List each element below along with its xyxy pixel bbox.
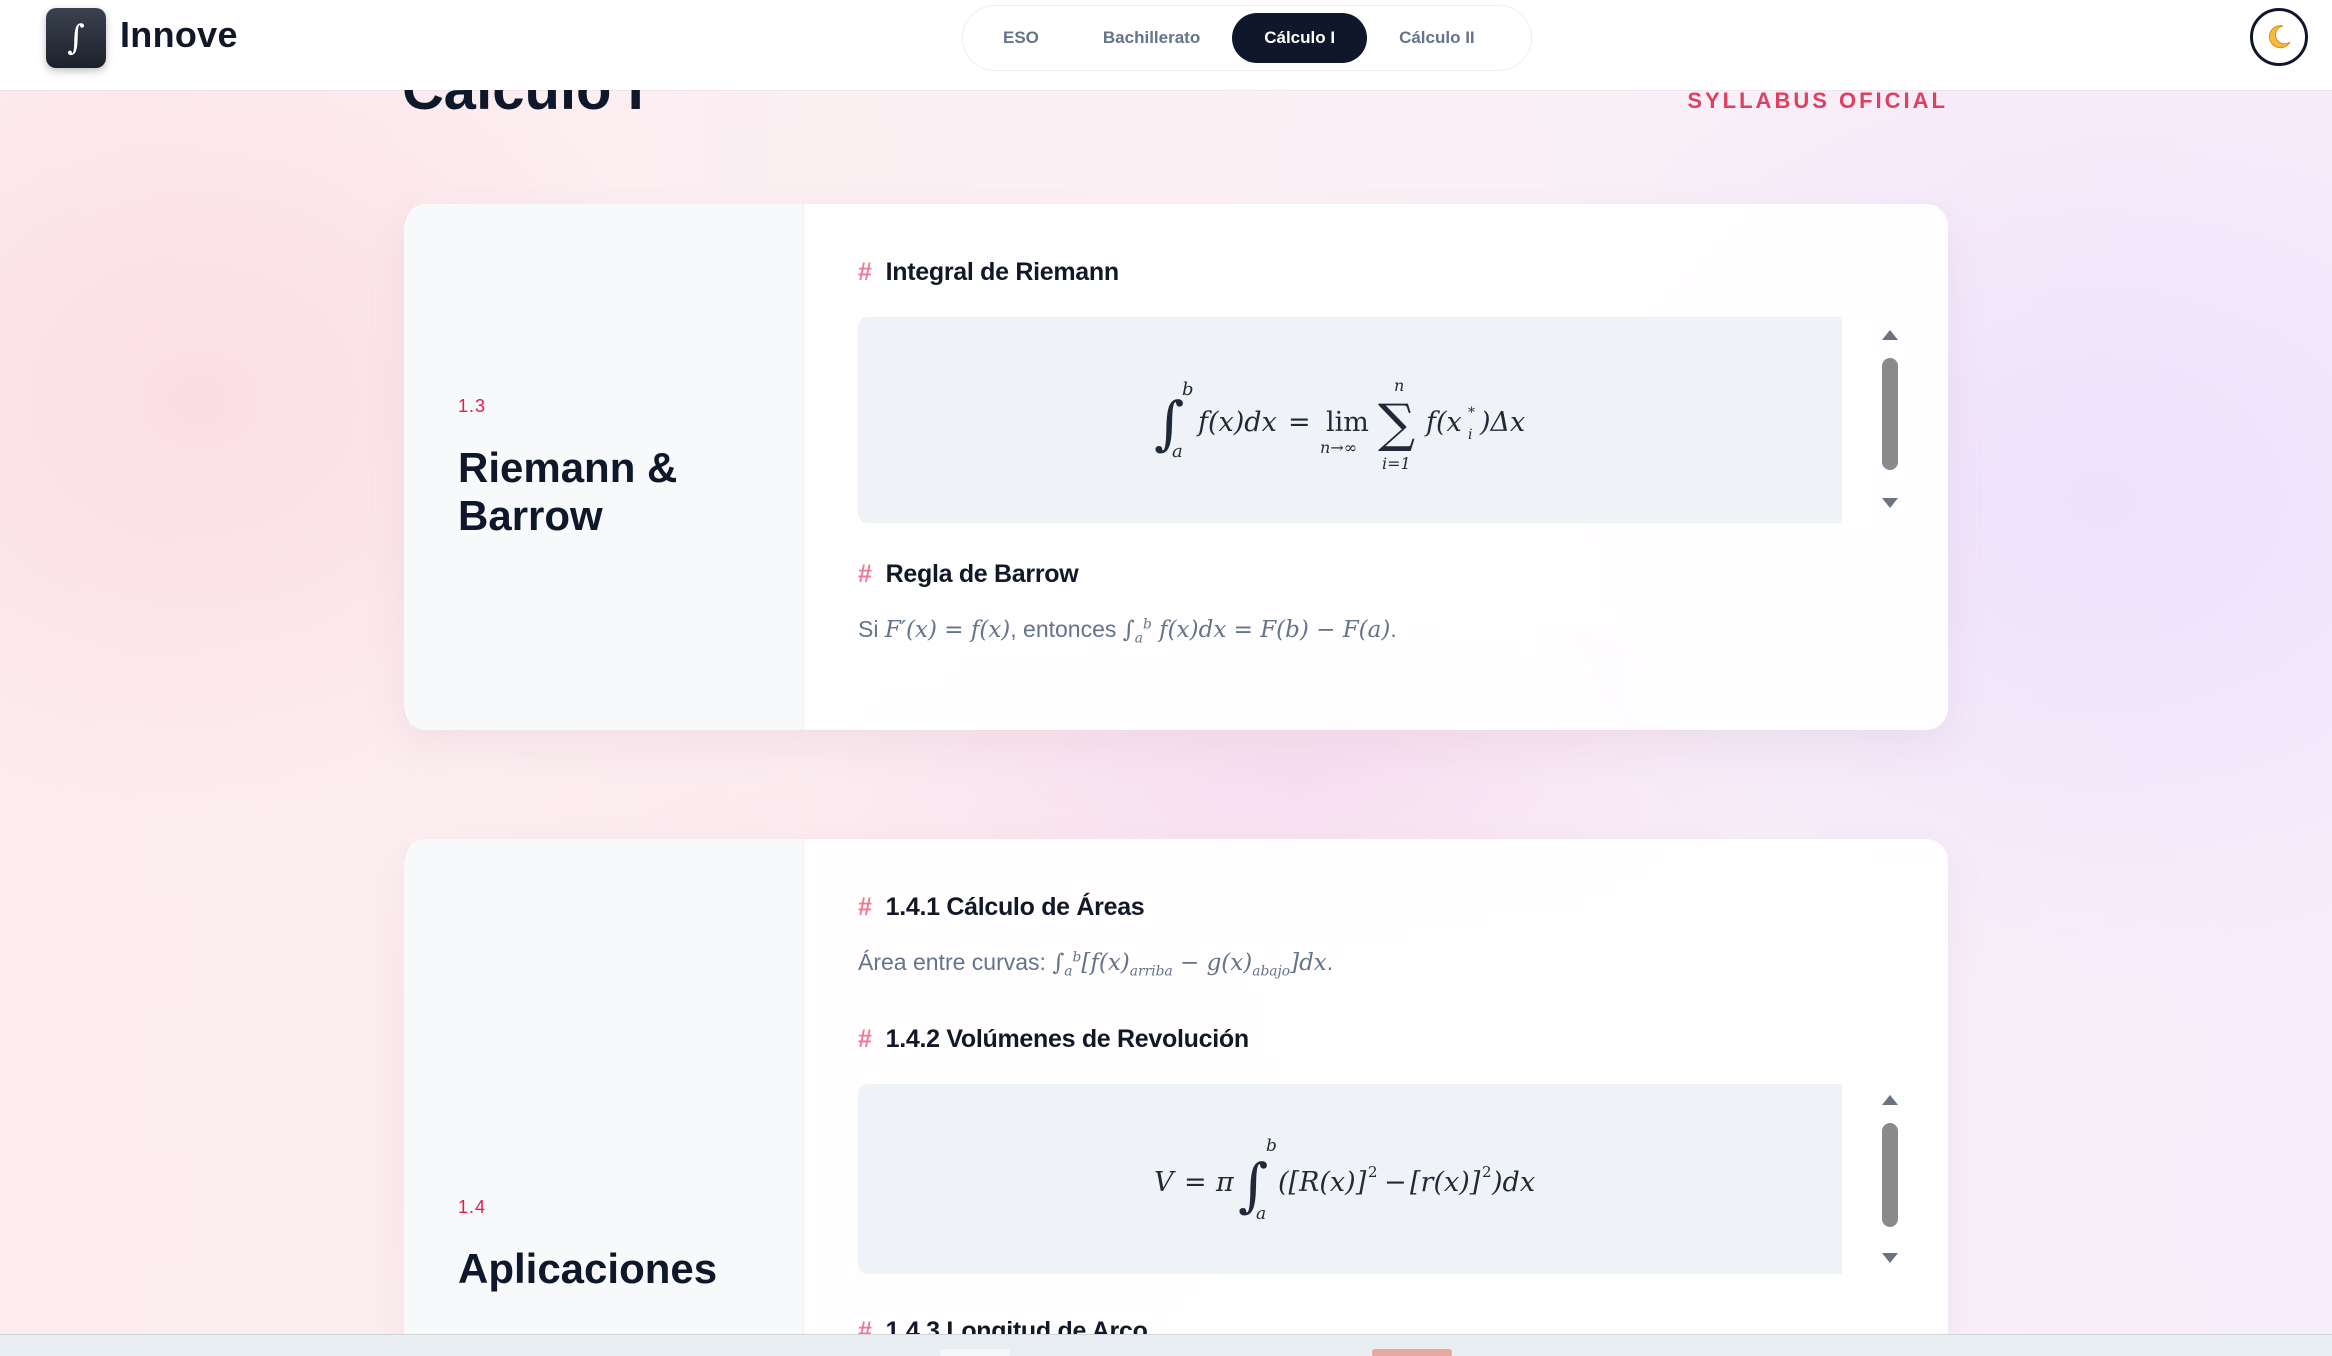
moon-icon	[2268, 25, 2291, 49]
subsection-heading: # Integral de Riemann	[858, 258, 1119, 286]
section-number: 1.3	[458, 396, 487, 416]
section-card-1-4: 1.4 Aplicaciones #1.4.1 Cálculo de Áreas…	[404, 839, 1948, 1356]
svg-text:n: n	[1394, 376, 1404, 395]
svg-text:a: a	[1256, 1204, 1266, 1224]
svg-text:f(x)dx: f(x)dx	[1196, 407, 1277, 438]
brand-name[interactable]: Innove	[120, 14, 238, 56]
section-sidebar: 1.4 Aplicaciones	[404, 839, 804, 1356]
section-title: Aplicaciones	[458, 1245, 718, 1292]
theme-toggle-button[interactable]	[2250, 8, 2308, 66]
svg-text:2: 2	[1482, 1163, 1492, 1181]
hash-icon: #	[858, 258, 872, 286]
formula-volume: V = π ∫ b a ([R(x)] 2 − [r(x)] 2 )dx	[858, 1084, 1868, 1274]
svg-text:i=1: i=1	[1382, 454, 1411, 473]
top-header: ∫ Innove ESO Bachillerato Cálculo I Cálc…	[0, 0, 2332, 90]
svg-text:V: V	[1154, 1167, 1176, 1198]
nav-item-eso[interactable]: ESO	[971, 13, 1071, 63]
nav-item-calculo-2[interactable]: Cálculo II	[1367, 13, 1507, 63]
section-card-1-3: 1.3 Riemann & Barrow # Integral de Rieman…	[404, 204, 1948, 730]
section-content: # Integral de Riemann ∫ b a f(x)dx = lim …	[804, 204, 1948, 730]
svg-text:[r(x)]: [r(x)]	[1410, 1167, 1481, 1198]
svg-text:([R(x)]: ([R(x)]	[1278, 1167, 1367, 1198]
formula-riemann: ∫ b a f(x)dx = lim n→∞ ∑ n i=1 f(x * i )…	[858, 317, 1868, 523]
subsection-heading: # Regla de Barrow	[858, 560, 1079, 588]
nav-item-bachillerato[interactable]: Bachillerato	[1071, 13, 1232, 63]
svg-text:)Δx: )Δx	[1479, 407, 1525, 438]
section-title: Riemann & Barrow	[458, 444, 678, 539]
section-number: 1.4	[458, 1197, 487, 1217]
volume-formula-graphic: V = π ∫ b a ([R(x)] 2 − [r(x)] 2 )dx	[1154, 1136, 1535, 1224]
nav-item-calculo-1[interactable]: Cálculo I	[1232, 13, 1368, 63]
formula-scrollbar[interactable]	[1879, 324, 1901, 514]
section-sidebar: 1.3 Riemann & Barrow	[404, 204, 804, 730]
logo-icon[interactable]: ∫	[46, 8, 106, 68]
browser-bottom-bar	[0, 1334, 2332, 1356]
svg-text:)dx: )dx	[1491, 1167, 1535, 1198]
syllabus-tag: SYLLABUS OFICIAL	[1687, 88, 1948, 113]
subsection-heading: #1.4.2 Volúmenes de Revolución	[858, 1025, 1249, 1053]
subsection-heading: #1.4.1 Cálculo de Áreas	[858, 893, 1145, 921]
svg-text:π: π	[1215, 1167, 1235, 1198]
svg-text:b: b	[1266, 1136, 1277, 1156]
section-content: #1.4.1 Cálculo de Áreas Área entre curva…	[804, 839, 1948, 1356]
main-nav: ESO Bachillerato Cálculo I Cálculo II	[962, 5, 1532, 71]
svg-text:b: b	[1182, 379, 1194, 400]
barrow-rule-text: Si F′(x) = f(x), entonces ∫ab f(x)dx = F…	[858, 616, 1397, 647]
svg-text:n→∞: n→∞	[1320, 438, 1357, 457]
svg-text:a: a	[1172, 441, 1183, 462]
hash-icon: #	[858, 1025, 872, 1053]
area-formula-text: Área entre curvas: ∫ab[f(x)arriba − g(x)…	[858, 949, 1334, 980]
riemann-formula-graphic: ∫ b a f(x)dx = lim n→∞ ∑ n i=1 f(x * i )…	[1154, 376, 1525, 473]
hash-icon: #	[858, 893, 872, 921]
svg-text:=: =	[1288, 407, 1311, 438]
svg-text:i: i	[1468, 427, 1472, 443]
svg-text:∑: ∑	[1378, 394, 1415, 454]
svg-text:*: *	[1468, 405, 1475, 421]
svg-text:lim: lim	[1326, 407, 1369, 438]
formula-scrollbar[interactable]	[1879, 1089, 1901, 1269]
hash-icon: #	[858, 560, 872, 588]
svg-text:f(x: f(x	[1424, 407, 1462, 438]
svg-text:=: =	[1184, 1167, 1207, 1198]
svg-text:2: 2	[1368, 1163, 1378, 1181]
svg-text:−: −	[1384, 1167, 1407, 1198]
